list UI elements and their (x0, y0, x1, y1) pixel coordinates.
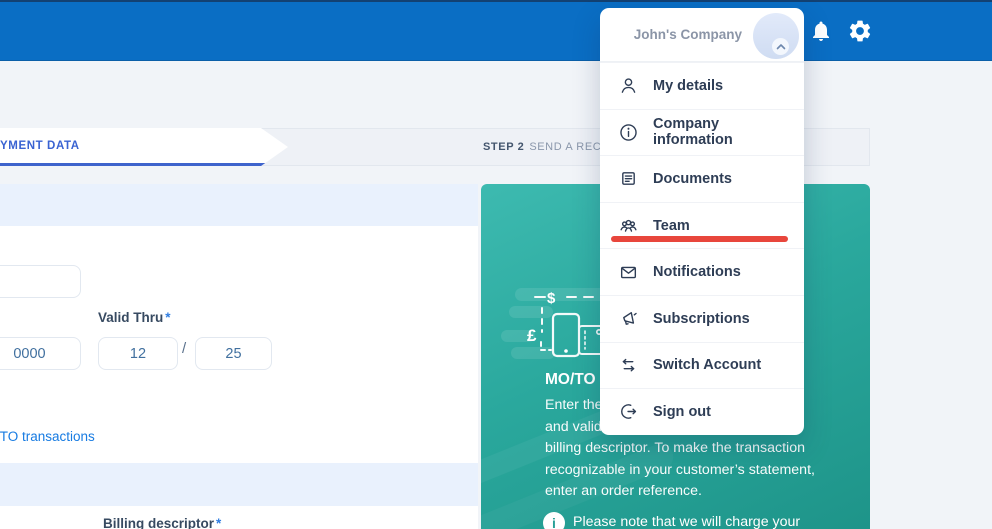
menu-item-sign-out[interactable]: Sign out (600, 388, 804, 435)
expiry-year-value: 25 (225, 346, 241, 362)
expiry-separator: / (182, 340, 186, 357)
menu-item-documents[interactable]: Documents (600, 155, 804, 202)
switch-account-icon (618, 355, 639, 376)
menu-item-label: Team (653, 218, 690, 234)
expiry-year-input[interactable]: 25 (195, 337, 272, 370)
menu-item-label: Documents (653, 171, 732, 187)
menu-item-switch-account[interactable]: Switch Account (600, 342, 804, 389)
required-asterisk: * (216, 516, 221, 529)
step-2-prefix: STEP 2 (483, 141, 524, 153)
menu-item-label: Notifications (653, 264, 741, 280)
promo-note-text: Please note that we will charge your (573, 514, 800, 529)
sign-out-icon (618, 401, 639, 422)
user-icon (618, 75, 639, 96)
menu-item-label: Sign out (653, 404, 711, 420)
valid-thru-label: Valid Thru* (98, 310, 171, 325)
card-number-input[interactable]: 0000 (0, 337, 81, 370)
form-section-band (0, 463, 478, 506)
menu-item-company-information[interactable]: Company information (600, 109, 804, 156)
account-dropdown-header[interactable]: John's Company (600, 8, 804, 62)
menu-item-my-details[interactable]: My details (600, 62, 804, 109)
step-1-active-underline (0, 163, 290, 166)
top-navigation-bar (0, 0, 992, 61)
menu-item-label: Company information (653, 116, 786, 148)
step-1-label: YMENT DATA (0, 128, 80, 163)
settings-gear-icon[interactable] (847, 18, 873, 44)
menu-item-label: Switch Account (653, 357, 761, 373)
card-number-value: 0000 (13, 346, 45, 362)
window-top-edge (0, 0, 992, 2)
team-highlight-underline (611, 236, 788, 242)
team-icon (618, 215, 639, 236)
card-holder-input[interactable] (0, 265, 81, 298)
pound-symbol: £ (527, 326, 537, 345)
menu-item-notifications[interactable]: Notifications (600, 248, 804, 295)
app-page: STEP 2 SEND A RECEIPT YMENT DATA 0000 Va… (0, 0, 992, 529)
expiry-month-value: 12 (130, 346, 146, 362)
menu-item-label: Subscriptions (653, 311, 750, 327)
envelope-icon (618, 262, 639, 283)
moto-transactions-link[interactable]: /TO transactions (0, 429, 95, 444)
notifications-bell-icon[interactable] (809, 19, 833, 43)
expiry-month-input[interactable]: 12 (98, 337, 178, 370)
chevron-up-icon[interactable] (772, 38, 789, 55)
required-asterisk: * (165, 310, 170, 325)
step-1-tab[interactable]: YMENT DATA (0, 128, 290, 166)
documents-icon (618, 168, 639, 189)
megaphone-icon (618, 308, 639, 329)
dollar-symbol: $ (547, 290, 556, 307)
form-section-header-band (0, 184, 478, 226)
info-circle-icon: i (543, 512, 565, 529)
menu-item-label: My details (653, 78, 723, 94)
billing-descriptor-label: Billing descriptor* (103, 516, 221, 529)
menu-item-subscriptions[interactable]: Subscriptions (600, 295, 804, 342)
company-name: John's Company (614, 27, 742, 42)
info-icon (618, 122, 639, 143)
account-dropdown-menu: John's Company My details Company inform… (600, 8, 804, 435)
